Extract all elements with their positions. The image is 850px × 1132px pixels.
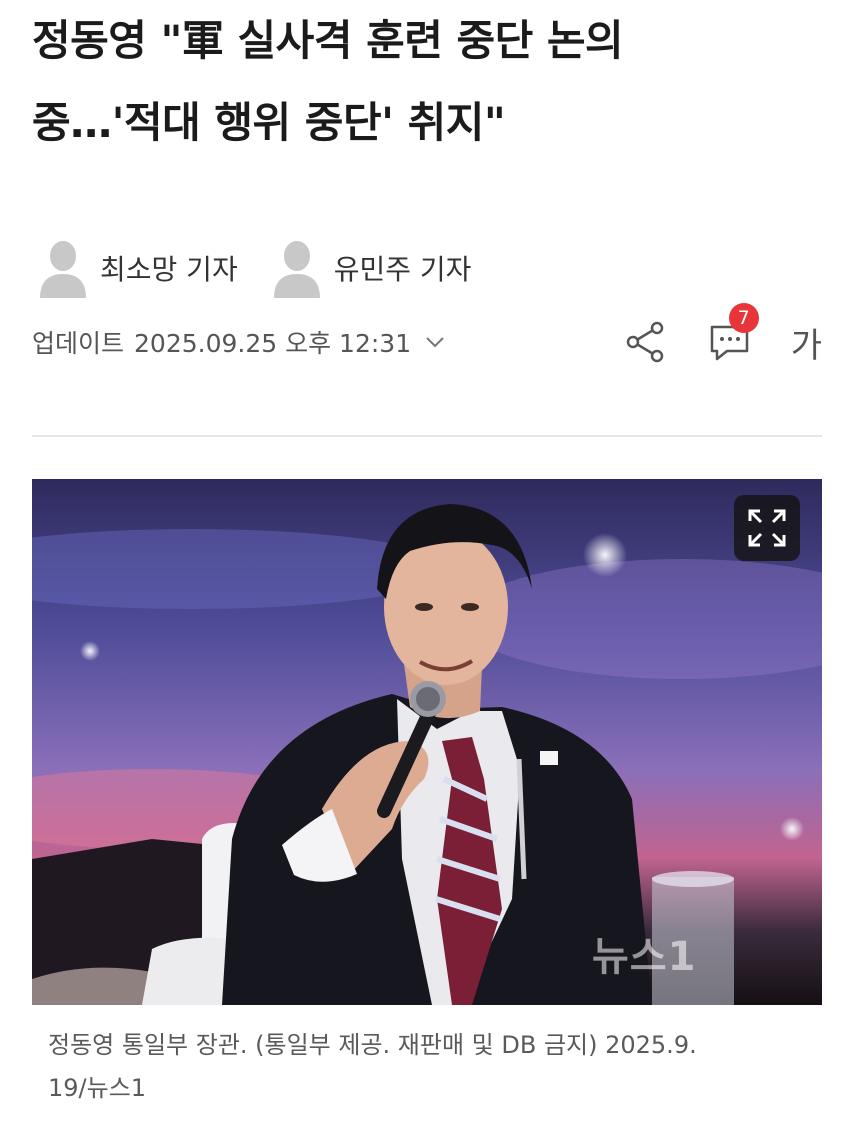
article-actions: 7 가 (623, 303, 822, 367)
font-size-button[interactable]: 가 (791, 318, 822, 367)
reporter-name: 최소망 기자 (100, 253, 238, 286)
comment-button[interactable]: 7 (707, 303, 759, 367)
person-silhouette-icon (40, 241, 86, 298)
comment-count-badge: 7 (728, 303, 759, 333)
article-title-line2: 중…'적대 행위 중단' 취지" (32, 98, 506, 147)
expand-icon (748, 509, 786, 547)
share-icon[interactable] (623, 319, 669, 365)
article-title: 정동영 "軍 실사격 훈련 중단 논의 중…'적대 행위 중단' 취지" (32, 0, 822, 164)
reporter-1[interactable]: 최소망 기자 (38, 238, 238, 298)
article-photo[interactable]: 뉴스1 (32, 479, 822, 1005)
update-time: 2025.09.25 오후 12:31 (134, 329, 412, 358)
article-title-line1: 정동영 "軍 실사격 훈련 중단 논의 (32, 16, 624, 65)
article-meta: 업데이트 2025.09.25 오후 12:31 7 가 (32, 303, 822, 372)
caption-line2: 19/뉴스1 (48, 1074, 147, 1102)
reporter-name: 유민주 기자 (333, 253, 472, 286)
update-label: 업데이트 (32, 329, 125, 358)
person-silhouette-icon (273, 241, 320, 298)
reporter-2[interactable]: 유민주 기자 (272, 238, 472, 298)
byline: 최소망 기자 유민주 기자 (38, 236, 505, 300)
divider (32, 435, 822, 437)
photo-caption: 정동영 통일부 장관. (통일부 제공. 재판매 및 DB 금지) 2025.9… (48, 1024, 818, 1110)
expand-photo-button[interactable] (734, 495, 800, 561)
chevron-down-icon[interactable] (423, 330, 447, 354)
photo-watermark: 뉴스1 (592, 934, 697, 980)
photo-illustration (32, 504, 822, 1005)
caption-line1: 정동영 통일부 장관. (통일부 제공. 재판매 및 DB 금지) 2025.9… (48, 1031, 697, 1059)
